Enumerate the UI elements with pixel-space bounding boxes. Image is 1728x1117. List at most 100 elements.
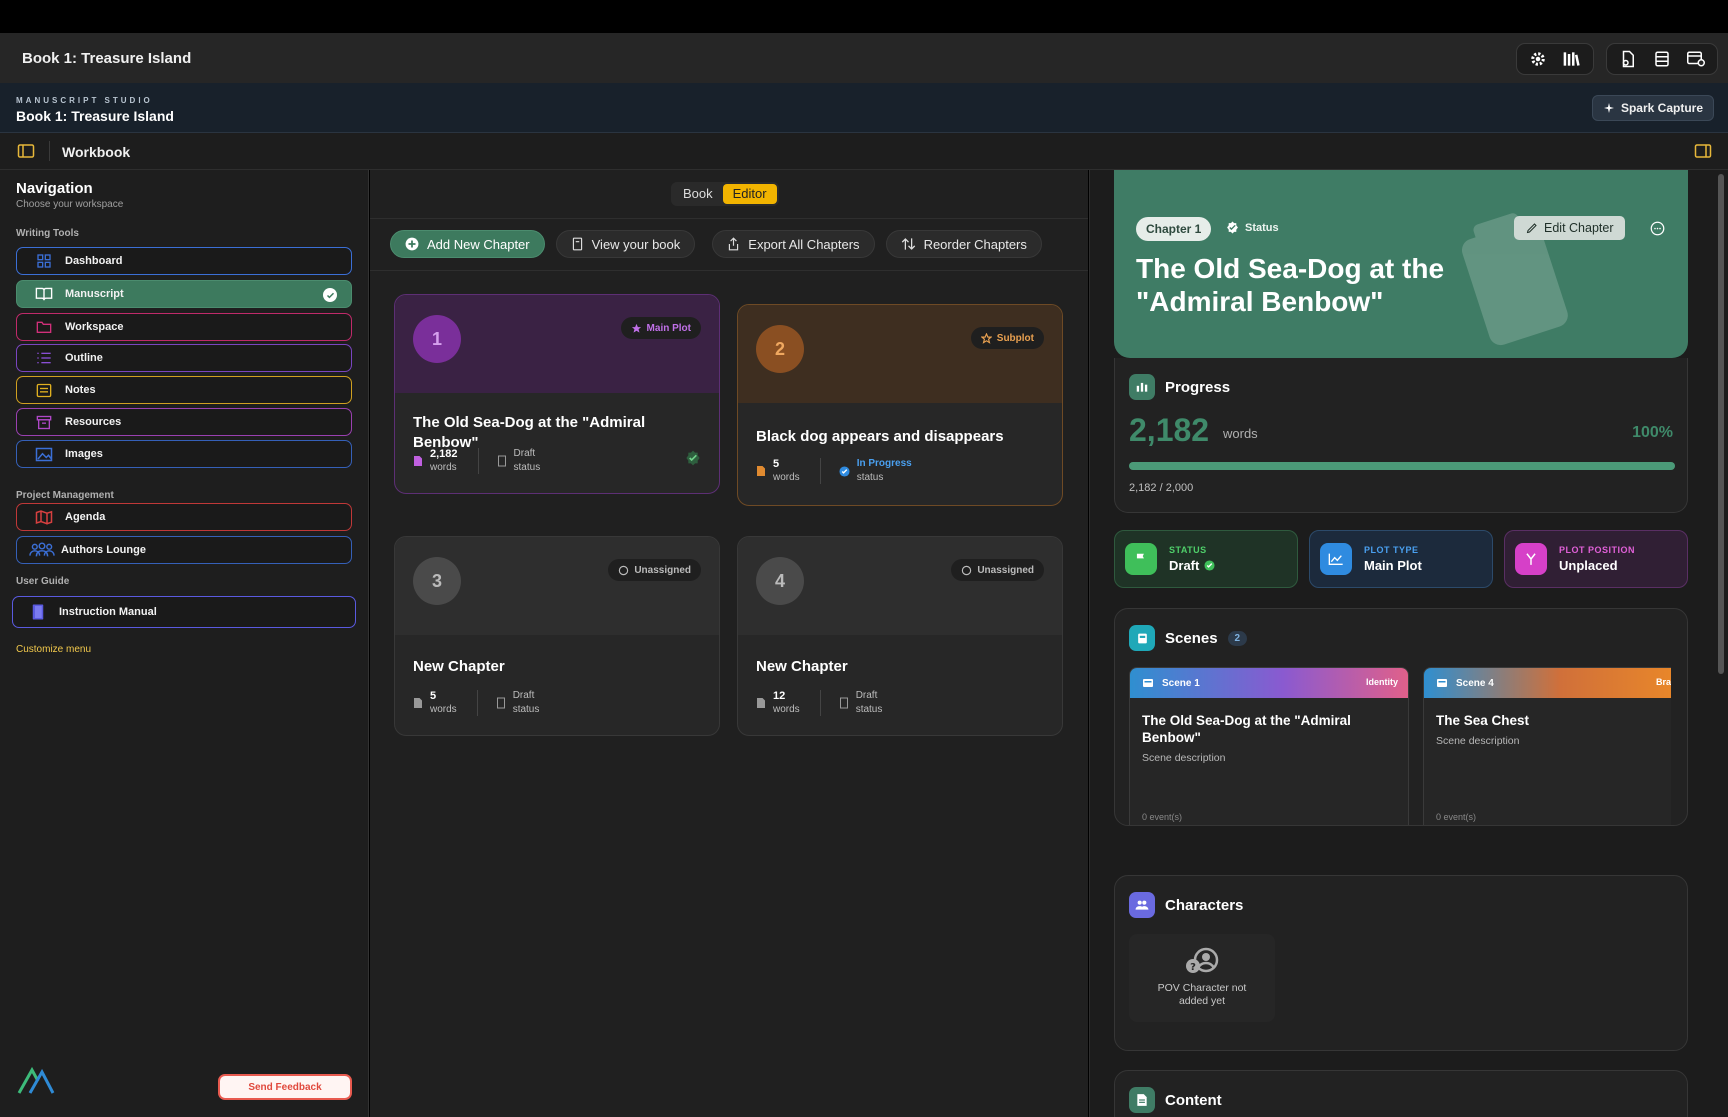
nav-subtitle: Choose your workspace	[16, 199, 124, 210]
list-icon	[33, 349, 55, 367]
add-new-chapter-button[interactable]: Add New Chapter	[390, 230, 545, 258]
sidebar-item-images[interactable]: Images	[16, 440, 352, 468]
document-icon	[757, 698, 765, 708]
stat-plot-type-key: PLOT TYPE	[1364, 545, 1419, 555]
sidebar-toggle-icon[interactable]	[17, 143, 35, 164]
library-icon[interactable]	[1559, 48, 1585, 70]
meta-divider	[819, 458, 821, 484]
document-export-icon[interactable]	[1615, 48, 1641, 70]
archive-icon	[33, 413, 55, 431]
view-book-button[interactable]: View your book	[555, 230, 696, 258]
layout-icon[interactable]	[1649, 48, 1675, 70]
main-divider	[370, 218, 1088, 219]
stat-status[interactable]: STATUS Draft	[1114, 530, 1298, 588]
right-panel-toggle-icon[interactable]	[1694, 143, 1712, 164]
document-icon	[414, 698, 422, 708]
sidebar-item-authors-lounge[interactable]: Authors Lounge	[16, 536, 352, 564]
sidebar-item-outline[interactable]: Outline	[16, 344, 352, 372]
scene-events: 0 event(s)	[1436, 812, 1477, 822]
chapter-word-count: 5	[430, 690, 437, 702]
sidebar-item-label: Outline	[65, 352, 103, 364]
book-title: Book 1: Treasure Island	[16, 108, 174, 124]
scenes-heading-label: Scenes	[1165, 629, 1218, 647]
chapter-detail-title: The Old Sea-Dog at the "Admiral Benbow"	[1136, 253, 1445, 317]
chapter-card-3[interactable]: 3 Unassigned New Chapter 5 words Draft sta…	[394, 536, 720, 736]
folder-icon	[33, 318, 55, 336]
chapter-meta: 12 words Draft status	[756, 689, 882, 717]
workbook-label: Workbook	[62, 144, 131, 160]
chapter-actions: Add New Chapter View your book Export Al…	[390, 230, 1042, 258]
toolbar-group-right	[1606, 43, 1718, 75]
app-logo	[16, 1066, 56, 1101]
gear-icon[interactable]	[1525, 48, 1551, 70]
window-settings-icon[interactable]	[1683, 48, 1709, 70]
star-icon	[631, 323, 641, 333]
stat-plot-position[interactable]: PLOT POSITION Unplaced	[1504, 530, 1688, 588]
progress-heading-label: Progress	[1165, 378, 1231, 396]
plot-badge: Subplot	[970, 327, 1044, 349]
characters-heading-label: Characters	[1165, 896, 1244, 914]
chapter-card-4[interactable]: 4 Unassigned New Chapter 12 words Draft st…	[737, 536, 1063, 736]
chapter-card-2[interactable]: 2 Subplot Black dog appears and disappea…	[737, 304, 1063, 506]
reorder-chapters-button[interactable]: Reorder Chapters	[885, 230, 1042, 258]
pov-character-placeholder[interactable]: ? POV Character not added yet	[1129, 934, 1275, 1022]
top-strip	[0, 0, 1728, 33]
detail-scrollbar[interactable]	[1718, 174, 1724, 674]
sidebar-item-workspace[interactable]: Workspace	[16, 313, 352, 341]
spark-capture-button[interactable]: Spark Capture	[1591, 95, 1714, 121]
progress-heading: Progress	[1129, 374, 1230, 400]
chapter-status-label: status	[855, 704, 883, 715]
sidebar-item-agenda[interactable]: Agenda	[16, 503, 352, 531]
scene-card-1[interactable]: Scene 1 Identity The Old Sea-Dog at the …	[1129, 667, 1409, 825]
chapter-status: Draft	[855, 690, 878, 701]
chapter-number: 4	[756, 557, 804, 605]
sidebar-item-label: Instruction Manual	[59, 606, 157, 618]
stat-plot-position-value: Unplaced	[1559, 558, 1618, 573]
sidebar-item-instruction-manual[interactable]: Instruction Manual	[12, 596, 356, 628]
edit-chapter-button[interactable]: Edit Chapter	[1514, 216, 1626, 240]
scene-header: Scene 1 Identity	[1130, 668, 1408, 698]
plus-circle-icon	[405, 237, 419, 251]
chapter-card-1[interactable]: 1 Main Plot The Old Sea-Dog at the "Admi…	[394, 294, 720, 494]
chapter-words-label: words	[773, 704, 800, 715]
scene-icon	[1143, 679, 1153, 687]
characters-heading: Characters	[1129, 892, 1243, 918]
stat-plot-type[interactable]: PLOT TYPE Main Plot	[1309, 530, 1493, 588]
chapter-hero: Chapter 1 Status Edit Chapter The Old Se…	[1114, 170, 1688, 358]
chapter-words-label: words	[773, 472, 800, 483]
note-icon	[33, 381, 55, 399]
sidebar-item-notes[interactable]: Notes	[16, 376, 352, 404]
status-check-icon	[1204, 560, 1215, 571]
manual-icon	[27, 603, 49, 621]
chapter-words-label: words	[430, 462, 457, 473]
customize-menu-link[interactable]: Customize menu	[16, 644, 91, 655]
sidebar-item-resources[interactable]: Resources	[16, 408, 352, 436]
status-label: Status	[1245, 221, 1279, 234]
scene-description: Scene description	[1436, 735, 1520, 747]
chapter-meta: 5 words In Progress status	[756, 457, 912, 485]
chapter-word-count: 12	[773, 690, 786, 702]
export-chapters-button[interactable]: Export All Chapters	[712, 230, 875, 258]
sidebar-item-manuscript[interactable]: Manuscript	[16, 280, 352, 308]
chapter-title: New Chapter	[756, 658, 848, 675]
scene-card-2[interactable]: Scene 4 Bra The Sea Chest Scene descript…	[1423, 667, 1671, 825]
progress-bar-fill	[1129, 462, 1675, 470]
app-header: MANUSCRIPT STUDIO Book 1: Treasure Islan…	[0, 83, 1728, 133]
plot-badge: Unassigned	[951, 559, 1044, 581]
more-options-icon[interactable]	[1650, 221, 1665, 241]
bar-chart-icon	[1129, 374, 1155, 400]
reorder-chapters-label: Reorder Chapters	[923, 236, 1027, 252]
chapter-status-label: status	[513, 462, 541, 473]
plot-badge-label: Unassigned	[977, 564, 1034, 576]
check-icon	[323, 288, 337, 302]
sidebar-item-dashboard[interactable]: Dashboard	[16, 247, 352, 275]
plot-badge-label: Main Plot	[646, 322, 691, 334]
users-icon	[27, 541, 57, 559]
section-project-management: Project Management	[16, 490, 114, 501]
map-icon	[33, 508, 55, 526]
send-feedback-button[interactable]: Send Feedback	[218, 1074, 352, 1100]
content-heading: Content	[1129, 1087, 1222, 1113]
progress-word-count: 2,182	[1129, 412, 1210, 448]
toggle-book[interactable]: Book	[673, 184, 723, 204]
toggle-editor[interactable]: Editor	[722, 184, 777, 204]
